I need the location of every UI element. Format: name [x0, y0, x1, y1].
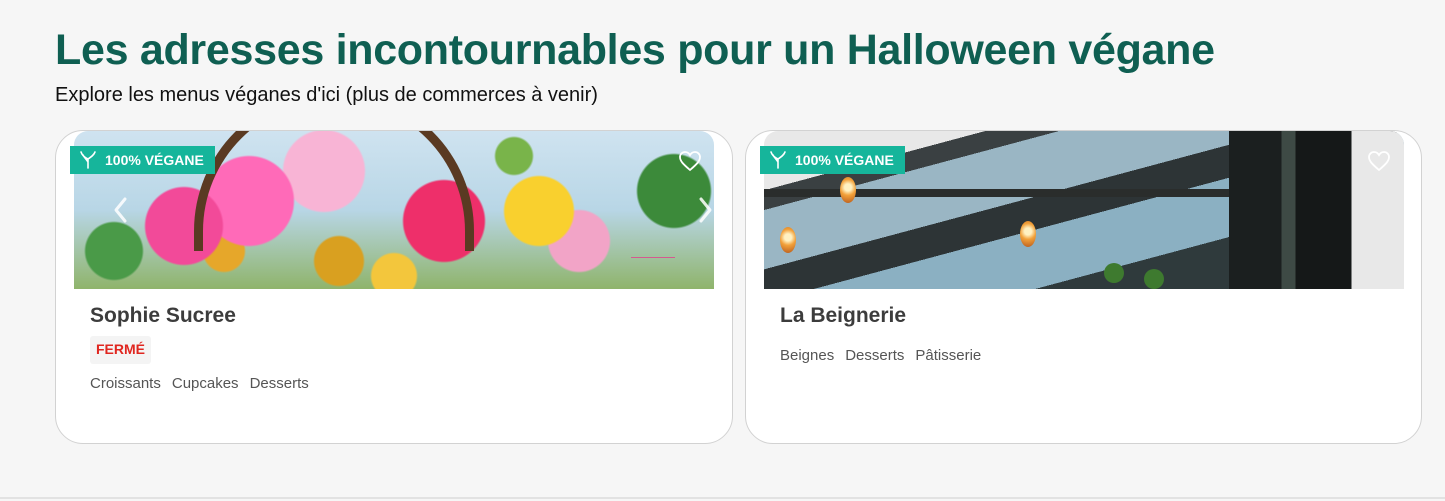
- tag: Beignes: [780, 347, 835, 364]
- favorite-heart-icon[interactable]: [1367, 150, 1391, 172]
- favorite-heart-icon[interactable]: [678, 150, 702, 172]
- tag: Pâtisserie: [915, 347, 982, 364]
- vegan-sprout-icon: [770, 151, 786, 169]
- page-title: Les adresses incontournables pour un Hal…: [55, 26, 1215, 74]
- status-badge-closed: FERMÉ: [90, 336, 151, 364]
- vegan-badge-label: 100% VÉGANE: [795, 152, 894, 168]
- tag: Cupcakes: [171, 375, 239, 392]
- string-light: [840, 177, 856, 203]
- plant-shape: [1144, 269, 1164, 289]
- tag: Desserts: [845, 347, 905, 364]
- category-tags: Beignes Desserts Pâtisserie: [780, 347, 981, 364]
- vegan-sprout-icon: [80, 151, 96, 169]
- carousel-prev-icon[interactable]: [110, 195, 132, 225]
- vegan-badge-label: 100% VÉGANE: [105, 152, 204, 168]
- vegan-badge: 100% VÉGANE: [70, 146, 215, 174]
- restaurant-card-la-beignerie[interactable]: 100% VÉGANE La Beignerie Beignes Dessert…: [745, 130, 1422, 444]
- divider: [0, 497, 1445, 499]
- tag: Croissants: [90, 375, 161, 392]
- restaurant-card-sophie-sucree[interactable]: 100% VÉGANE Sophie Sucree FERMÉ Croissan…: [55, 130, 733, 444]
- plant-shape: [1104, 263, 1124, 283]
- sophie-sucree-logo: [622, 253, 684, 289]
- carousel-next-icon[interactable]: [694, 195, 714, 225]
- basket-shape: [194, 131, 474, 251]
- string-light: [1020, 221, 1036, 247]
- category-tags: Croissants Cupcakes Desserts: [90, 375, 309, 392]
- string-light: [780, 227, 796, 253]
- restaurant-name[interactable]: La Beignerie: [780, 304, 906, 328]
- page: Les adresses incontournables pour un Hal…: [0, 0, 1445, 501]
- tag: Desserts: [249, 375, 309, 392]
- page-subtitle: Explore les menus véganes d'ici (plus de…: [55, 84, 598, 106]
- restaurant-name[interactable]: Sophie Sucree: [90, 304, 236, 328]
- vegan-badge: 100% VÉGANE: [760, 146, 905, 174]
